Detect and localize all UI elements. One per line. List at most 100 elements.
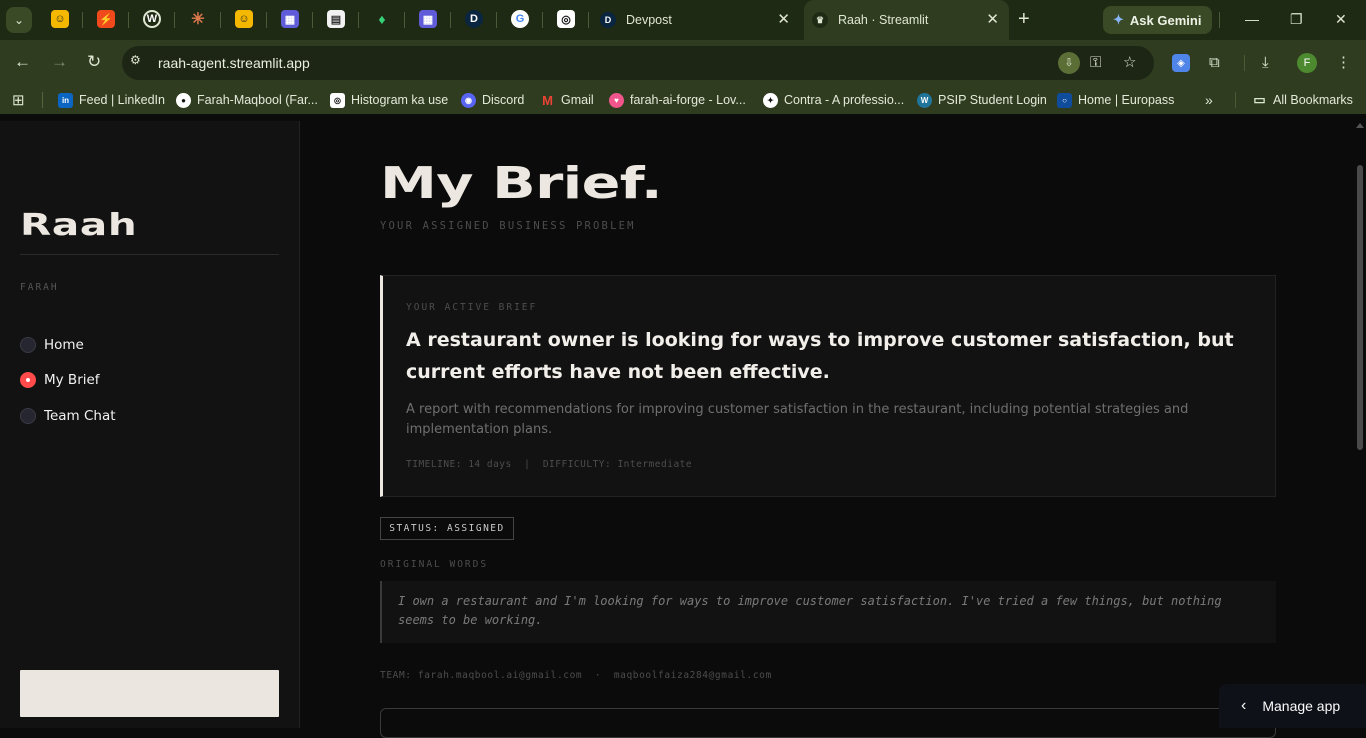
- brief-title: A restaurant owner is looking for ways t…: [406, 329, 1234, 383]
- bookmark-gmail[interactable]: M Gmail: [540, 92, 594, 108]
- bookmark-linkedin[interactable]: in Feed | LinkedIn: [58, 92, 165, 108]
- folder-icon: ▭: [1253, 92, 1266, 107]
- url-text[interactable]: raah-agent.streamlit.app: [158, 55, 310, 71]
- team-members: TEAM: farah.maqbool.ai@gmail.com · maqbo…: [380, 670, 772, 681]
- scroll-up-arrow[interactable]: [1356, 123, 1364, 128]
- bookmark-europass[interactable]: ○ Home | Europass: [1057, 92, 1174, 108]
- tab-divider: [358, 12, 359, 28]
- more-bookmarks-icon[interactable]: »: [1205, 92, 1213, 108]
- nav-item-team-chat[interactable]: Team Chat: [20, 406, 116, 426]
- bookmark-histogram[interactable]: ◎ Histogram ka use: [330, 92, 448, 108]
- nav-item-home[interactable]: Home: [20, 335, 84, 355]
- tab-devpost[interactable]: D Devpost ✕: [592, 0, 800, 40]
- radio-button[interactable]: [20, 337, 36, 353]
- tab-title: Raah · Streamlit: [838, 13, 929, 27]
- tab-divider: [82, 12, 83, 28]
- contra-icon: ✦: [763, 92, 778, 108]
- all-bookmarks-label: All Bookmarks: [1273, 93, 1353, 107]
- radio-button-selected[interactable]: [20, 372, 36, 388]
- chat-input-box[interactable]: [380, 708, 1276, 738]
- reload-icon[interactable]: ↻: [87, 52, 101, 72]
- bookmark-label: Gmail: [561, 93, 594, 107]
- leaf-icon[interactable]: ♦: [373, 10, 391, 28]
- minimize-icon[interactable]: —: [1245, 10, 1259, 28]
- restore-icon[interactable]: ❐: [1290, 10, 1303, 28]
- toolbar-divider: [1244, 55, 1245, 71]
- page-subtitle: YOUR ASSIGNED BUSINESS PROBLEM: [380, 220, 636, 232]
- close-window-icon[interactable]: ✕: [1335, 10, 1347, 28]
- bookmarks-divider: [42, 92, 43, 108]
- bookmark-contra[interactable]: ✦ Contra - A professio...: [763, 92, 904, 108]
- back-icon[interactable]: ←: [14, 52, 31, 72]
- europass-icon: ○: [1057, 92, 1072, 108]
- more-menu-icon[interactable]: ⋮: [1336, 54, 1351, 72]
- apps-grid-icon[interactable]: ⊞: [12, 92, 25, 109]
- nav-label: Home: [44, 337, 84, 353]
- bookmark-github[interactable]: ● Farah-Maqbool (Far...: [176, 92, 318, 108]
- brief-description: A report with recommendations for improv…: [406, 402, 1189, 437]
- bookmark-label: Contra - A professio...: [784, 93, 905, 107]
- user-name-label: FARAH: [20, 282, 59, 293]
- brief-card-label: YOUR ACTIVE BRIEF: [406, 302, 538, 313]
- extensions-puzzle-icon[interactable]: ⧉: [1209, 54, 1220, 72]
- linkedin-icon: in: [58, 92, 73, 108]
- bookmark-label: PSIP Student Login: [938, 93, 1047, 107]
- bookmark-lovable[interactable]: ♥ farah-ai-forge - Lov...: [609, 92, 746, 108]
- calendar-icon[interactable]: ▤: [327, 10, 345, 28]
- nav-label: My Brief: [44, 372, 100, 388]
- all-bookmarks-button[interactable]: ▭ All Bookmarks: [1252, 92, 1353, 108]
- download-icon[interactable]: ⤓: [1262, 54, 1269, 72]
- sidebar-action-button[interactable]: [20, 670, 279, 717]
- nav-item-my-brief[interactable]: My Brief: [20, 370, 100, 390]
- tab-divider: [266, 12, 267, 28]
- extension-icon[interactable]: ◈: [1172, 54, 1190, 72]
- devpost-icon[interactable]: D: [465, 10, 483, 28]
- gmail-icon: M: [542, 92, 553, 108]
- linear-icon[interactable]: ▦: [281, 10, 299, 28]
- site-info-icon[interactable]: ⚙: [130, 53, 148, 71]
- devpost-icon: D: [600, 12, 616, 28]
- profile-avatar[interactable]: F: [1297, 53, 1317, 73]
- linear-icon[interactable]: ▦: [419, 10, 437, 28]
- openai-icon[interactable]: ◎: [557, 10, 575, 28]
- huggingface-icon[interactable]: ☺: [51, 10, 69, 28]
- star-bookmark-icon[interactable]: ☆: [1123, 54, 1136, 72]
- manage-app-button[interactable]: ‹ Manage app: [1219, 684, 1366, 728]
- wordpress-icon: W: [917, 92, 932, 108]
- status-badge: STATUS: ASSIGNED: [380, 517, 514, 540]
- bookmark-label: Feed | LinkedIn: [79, 93, 165, 107]
- key-icon[interactable]: ⚿: [1090, 54, 1101, 72]
- chevron-left-icon: ‹: [1241, 697, 1247, 714]
- google-icon[interactable]: G: [511, 10, 529, 28]
- bookmark-label: Farah-Maqbool (Far...: [197, 93, 318, 107]
- gemini-sparkle-icon: ✦: [1113, 12, 1124, 27]
- close-icon[interactable]: ✕: [986, 12, 999, 28]
- brief-meta: TIMELINE: 14 days | DIFFICULTY: Intermed…: [406, 459, 693, 470]
- install-app-icon[interactable]: ⇩: [1058, 52, 1080, 74]
- tab-raah-streamlit[interactable]: ♛ Raah · Streamlit ✕: [804, 0, 1009, 40]
- bolt-icon[interactable]: ⚡: [97, 10, 115, 28]
- tab-divider: [128, 12, 129, 28]
- bookmarks-divider: [1235, 92, 1236, 108]
- tab-divider: [312, 12, 313, 28]
- scrollbar-thumb[interactable]: [1357, 165, 1363, 450]
- github-icon: ●: [176, 92, 191, 108]
- huggingface-icon[interactable]: ☺: [235, 10, 253, 28]
- ask-gemini-label: Ask Gemini: [1129, 12, 1202, 28]
- bookmark-label: Histogram ka use: [351, 93, 449, 107]
- tab-divider: [1219, 12, 1220, 28]
- claude-icon[interactable]: ✳: [189, 10, 207, 28]
- ask-gemini-button[interactable]: ✦ Ask Gemini: [1103, 6, 1212, 34]
- bookmark-label: Home | Europass: [1078, 93, 1175, 107]
- forward-icon[interactable]: →: [51, 52, 68, 72]
- tab-search-icon[interactable]: ⌄: [6, 7, 32, 33]
- original-quote: I own a restaurant and I'm looking for w…: [380, 581, 1276, 643]
- bookmark-psip[interactable]: W PSIP Student Login: [917, 92, 1047, 108]
- page-title: My Brief.: [380, 158, 663, 209]
- radio-button[interactable]: [20, 408, 36, 424]
- wordpress-icon[interactable]: W: [143, 10, 161, 28]
- nav-label: Team Chat: [44, 408, 116, 424]
- new-tab-button[interactable]: +: [1018, 9, 1030, 29]
- bookmark-discord[interactable]: ◉ Discord: [461, 92, 524, 108]
- close-icon[interactable]: ✕: [777, 12, 790, 28]
